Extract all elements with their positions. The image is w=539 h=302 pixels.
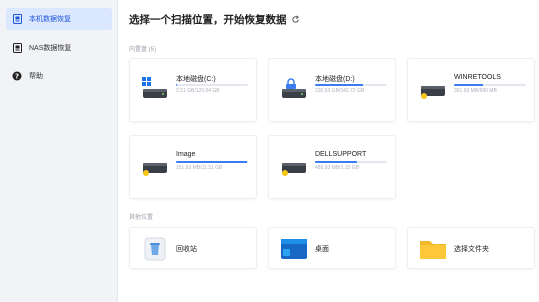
- sidebar-item-local-recovery[interactable]: 本机数据恢复: [6, 8, 112, 30]
- drive-card-image[interactable]: Image 151.93 MB/11.31 GB: [129, 135, 257, 199]
- other-locations-label: 其他位置: [129, 215, 154, 221]
- location-card-desktop[interactable]: 桌面: [268, 227, 396, 269]
- sidebar-item-label: NAS数据恢复: [29, 45, 72, 52]
- drive-icon: [282, 163, 306, 176]
- page-title-text: 选择一个扫描位置，开始恢复数据: [129, 14, 287, 26]
- drive-name: WINRETOOLS: [454, 74, 501, 81]
- internal-disks-label: 内置盘 (5): [129, 47, 157, 53]
- recycle-bin-icon: [144, 237, 166, 261]
- sidebar-item-nas-recovery[interactable]: NAS数据恢复: [6, 37, 112, 59]
- drive-card-dellsupport[interactable]: DELLSUPPORT 489.93 MB/1.15 GB: [268, 135, 396, 199]
- refresh-icon[interactable]: [291, 15, 300, 24]
- desktop-icon: [281, 239, 307, 259]
- sidebar: 本机数据恢复 NAS数据恢复 ? 帮助: [0, 0, 118, 302]
- location-name: 回收站: [176, 246, 197, 253]
- drive-name: 本地磁盘(C:): [176, 76, 216, 83]
- drive-card-c[interactable]: 本地磁盘(C:) 2.51 GB/120.04 GB: [129, 58, 257, 122]
- sidebar-item-label: 帮助: [29, 73, 43, 80]
- usage-fill: [315, 161, 357, 163]
- usage-bar: [454, 84, 526, 86]
- location-card-select-folder[interactable]: 选择文件夹: [407, 227, 535, 269]
- drive-icon: [143, 163, 167, 176]
- usage-fill: [176, 161, 248, 163]
- drive-size: 230.53 GB/342.72 GB: [315, 88, 365, 94]
- svg-text:?: ?: [15, 73, 19, 81]
- location-name: 选择文件夹: [454, 246, 489, 253]
- sidebar-item-help[interactable]: ? 帮助: [6, 65, 112, 87]
- usage-fill: [315, 84, 364, 86]
- usage-fill: [454, 84, 483, 86]
- nas-recovery-icon: [10, 41, 24, 55]
- sidebar-item-label: 本机数据恢复: [29, 16, 71, 23]
- folder-icon: [420, 241, 446, 259]
- local-recovery-icon: [10, 12, 24, 26]
- drive-name: Image: [176, 151, 196, 158]
- main-panel: 选择一个扫描位置，开始恢复数据 内置盘 (5) 本地磁盘(C:) 2.51 GB…: [118, 0, 539, 302]
- drive-size: 2.51 GB/120.04 GB: [176, 88, 220, 94]
- location-card-recycle-bin[interactable]: 回收站: [129, 227, 257, 269]
- drive-size: 489.93 MB/1.15 GB: [315, 165, 359, 171]
- windows-drive-icon: [142, 77, 167, 98]
- location-name: 桌面: [315, 246, 329, 253]
- locked-drive-icon: [282, 78, 306, 98]
- drive-name: 本地磁盘(D:): [315, 76, 355, 83]
- usage-fill: [176, 84, 178, 86]
- page-title: 选择一个扫描位置，开始恢复数据: [129, 12, 300, 27]
- usage-bar: [176, 161, 248, 163]
- usage-bar: [315, 161, 387, 163]
- drive-size: 151.93 MB/11.31 GB: [176, 165, 223, 171]
- drive-name: DELLSUPPORT: [315, 151, 367, 158]
- usage-bar: [315, 84, 387, 86]
- drive-card-d[interactable]: 本地磁盘(D:) 230.53 GB/342.72 GB: [268, 58, 396, 122]
- drive-size: 391.93 MB/990 MB: [454, 88, 497, 94]
- drive-card-winretools[interactable]: WINRETOOLS 391.93 MB/990 MB: [407, 58, 535, 122]
- drive-icon: [421, 86, 445, 99]
- help-icon: ?: [10, 69, 24, 83]
- usage-bar: [176, 84, 248, 86]
